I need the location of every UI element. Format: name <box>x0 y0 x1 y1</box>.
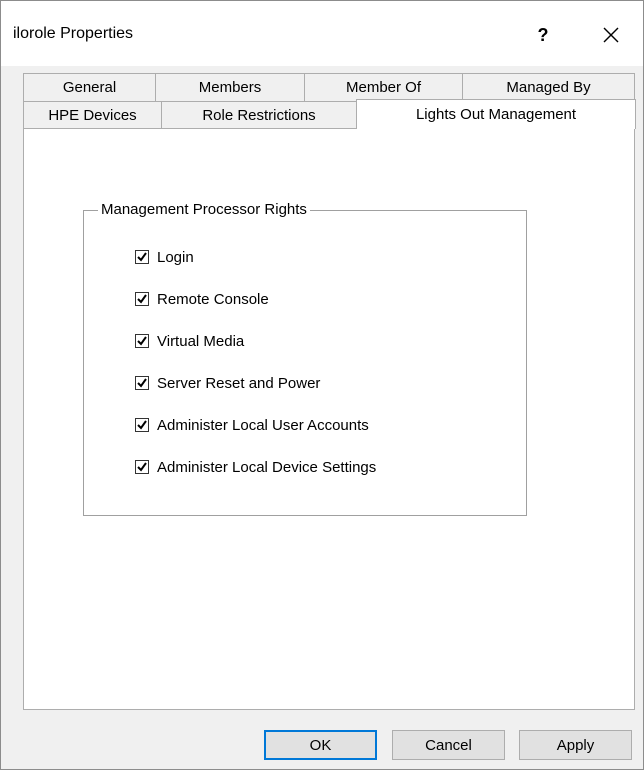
tab-lights-out-management[interactable]: Lights Out Management <box>356 99 636 129</box>
checkbox-box[interactable] <box>135 292 149 306</box>
close-icon <box>603 27 619 43</box>
checkbox-label: Virtual Media <box>157 332 245 350</box>
checkbox-box[interactable] <box>135 460 149 474</box>
checkmark-icon <box>137 294 147 304</box>
ok-button[interactable]: OK <box>264 730 377 760</box>
tab-panel-lights-out-management: Management Processor Rights Login Remote… <box>23 128 635 710</box>
management-processor-rights-group: Management Processor Rights Login Remote… <box>83 201 527 516</box>
checkbox-login[interactable]: Login <box>135 247 194 267</box>
close-button[interactable] <box>589 15 633 55</box>
checkbox-box[interactable] <box>135 418 149 432</box>
checkbox-label: Login <box>157 248 194 266</box>
checkmark-icon <box>137 252 147 262</box>
checkbox-label: Administer Local Device Settings <box>157 458 377 476</box>
checkbox-label: Administer Local User Accounts <box>157 416 369 434</box>
checkmark-icon <box>137 378 147 388</box>
checkbox-administer-local-device-settings[interactable]: Administer Local Device Settings <box>135 457 376 477</box>
title-bar: ilorole Properties ? <box>1 1 643 66</box>
checkbox-box[interactable] <box>135 250 149 264</box>
window-title: ilorole Properties <box>13 25 134 42</box>
checkbox-box[interactable] <box>135 376 149 390</box>
checkmark-icon <box>137 462 147 472</box>
checkbox-remote-console[interactable]: Remote Console <box>135 289 269 309</box>
tab-role-restrictions[interactable]: Role Restrictions <box>161 101 357 129</box>
checkmark-icon <box>137 336 147 346</box>
checkbox-server-reset-and-power[interactable]: Server Reset and Power <box>135 373 320 393</box>
tab-managed-by[interactable]: Managed By <box>462 73 635 101</box>
properties-dialog: ilorole Properties ? General Members Mem… <box>0 0 644 770</box>
cancel-button[interactable]: Cancel <box>392 730 505 760</box>
tab-member-of[interactable]: Member Of <box>304 73 463 101</box>
tab-members[interactable]: Members <box>155 73 305 101</box>
group-label: Management Processor Rights <box>98 201 310 218</box>
checkbox-label: Remote Console <box>157 290 269 308</box>
checkbox-label: Server Reset and Power <box>157 374 321 392</box>
checkbox-administer-local-user-accounts[interactable]: Administer Local User Accounts <box>135 415 369 435</box>
apply-button[interactable]: Apply <box>519 730 632 760</box>
checkmark-icon <box>137 420 147 430</box>
tab-hpe-devices[interactable]: HPE Devices <box>23 101 162 129</box>
help-button[interactable]: ? <box>523 15 563 55</box>
checkbox-box[interactable] <box>135 334 149 348</box>
checkbox-virtual-media[interactable]: Virtual Media <box>135 331 244 351</box>
tab-general[interactable]: General <box>23 73 156 101</box>
